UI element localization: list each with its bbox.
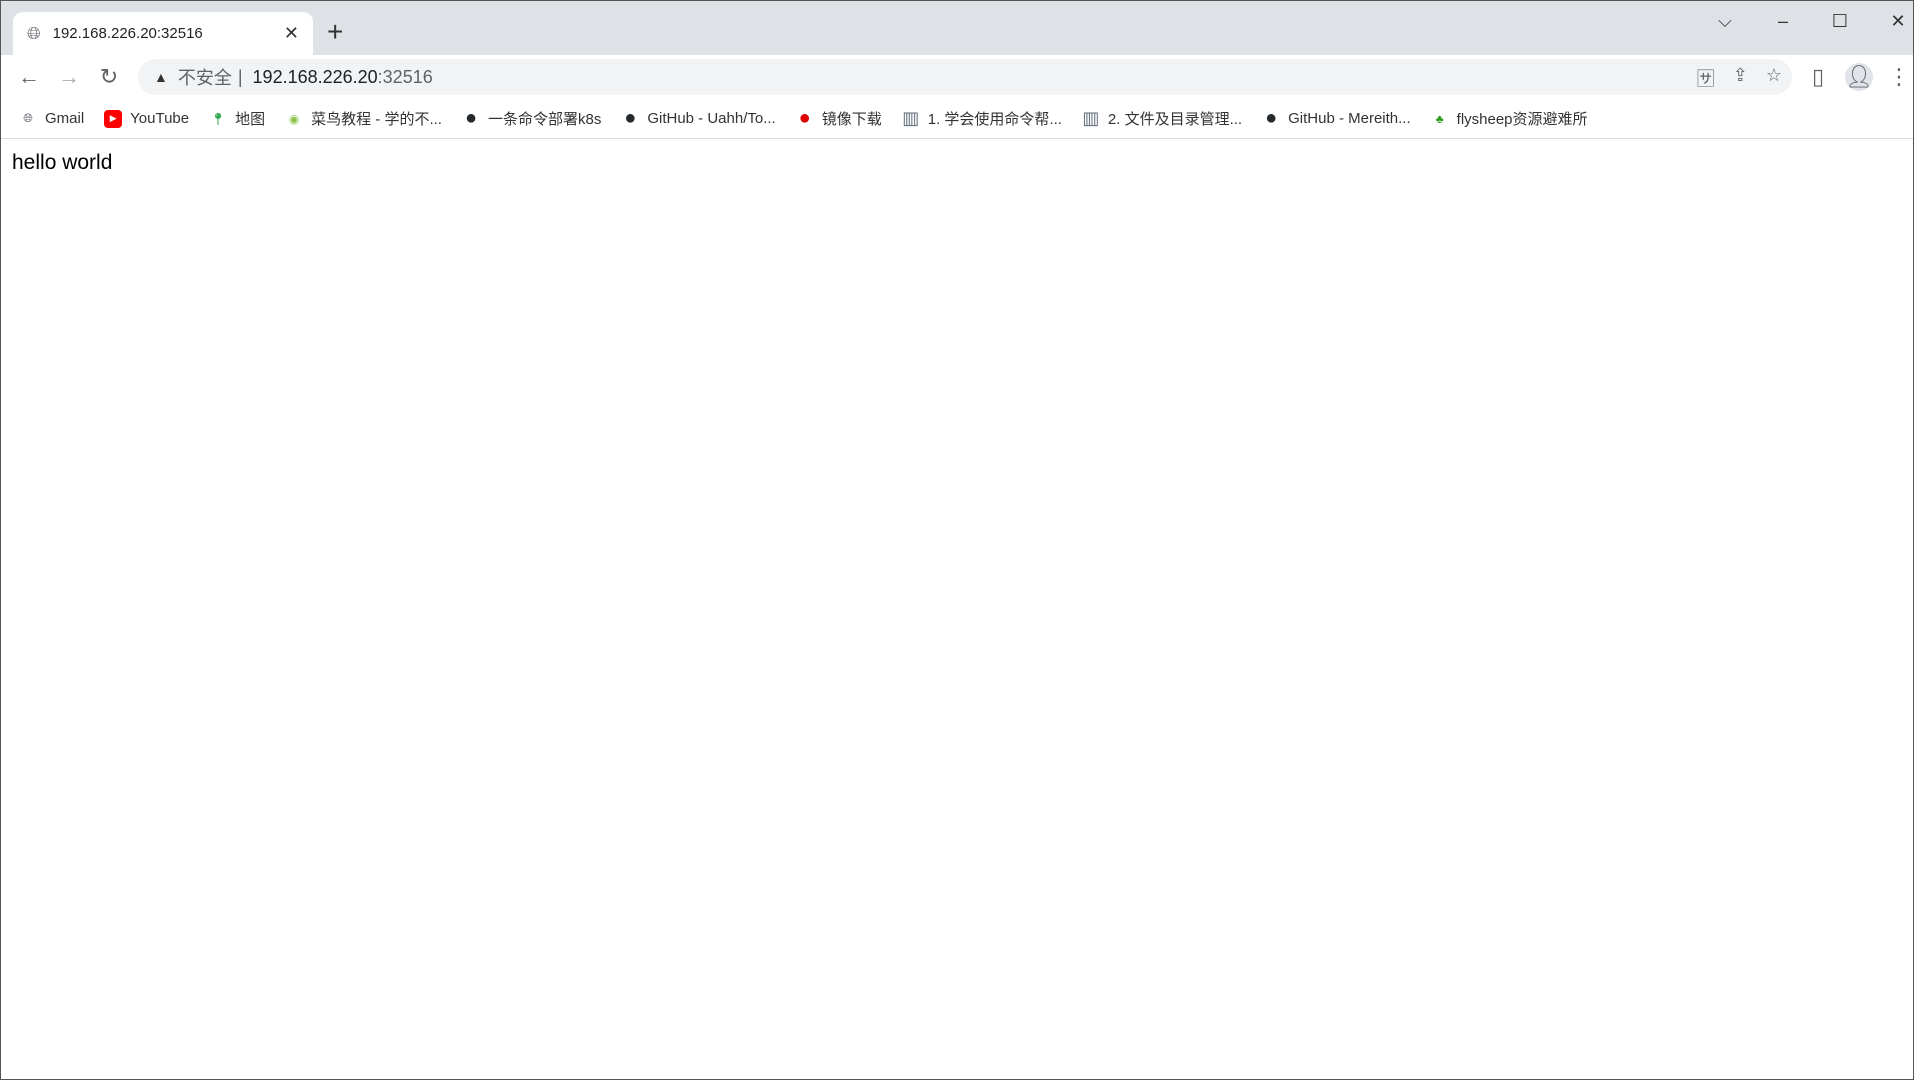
bookmark-label: GitHub - Uahh/To... — [647, 110, 776, 127]
url-port: :32516 — [377, 66, 433, 87]
address-bar[interactable]: ▲ 不安全 | 192.168.226.20 :32516 🈂︎ ⇪ ☆ — [138, 59, 1792, 95]
tab-active[interactable]: 🌐︎ 192.168.226.20:32516 ✕ — [13, 12, 313, 55]
forward-button[interactable]: → — [55, 63, 83, 91]
bookmark-item[interactable]: ▶ YouTube — [104, 109, 190, 128]
side-panel-icon[interactable]: ▯ — [1804, 63, 1832, 91]
youtube-icon: ▶ — [104, 109, 123, 128]
bookmark-item[interactable]: ● GitHub - Uahh/To... — [621, 107, 776, 129]
runoob-icon: ◉ — [288, 111, 300, 126]
book-icon: ▥ — [1082, 108, 1100, 128]
github-icon: ● — [464, 107, 478, 129]
toolbar: ← → ↻ ▲ 不安全 | 192.168.226.20 :32516 🈂︎ ⇪… — [1, 55, 1913, 99]
bookmark-item[interactable]: 🌐︎ Gmail — [19, 110, 84, 128]
bookmark-label: 一条命令部署k8s — [487, 111, 602, 128]
profile-avatar[interactable]: 👤︎ — [1845, 63, 1873, 91]
new-tab-button[interactable]: + — [327, 17, 343, 47]
tree-icon: ♣ — [1435, 111, 1444, 126]
menu-icon[interactable]: ⋮ — [1885, 63, 1913, 91]
tab-title: 192.168.226.20:32516 — [52, 25, 203, 42]
url-host: 192.168.226.20 — [252, 66, 378, 87]
tab-strip: 🌐︎ 192.168.226.20:32516 ✕ + ⌵ – ☐ ✕ — [1, 1, 1913, 55]
globe-icon: 🌐︎ — [27, 23, 41, 43]
bookmark-item[interactable]: ● GitHub - Mereith... — [1262, 107, 1411, 129]
bookmark-label: GitHub - Mereith... — [1288, 110, 1411, 127]
bookmark-item[interactable]: ● 一条命令部署k8s — [462, 107, 602, 129]
maximize-button[interactable]: ☐ — [1820, 7, 1860, 35]
tab-search-chevron-icon[interactable]: ⌵ — [1705, 7, 1745, 35]
translate-icon[interactable]: 🈂︎ — [1697, 65, 1715, 91]
bookmark-label: Gmail — [45, 110, 85, 127]
minimize-button[interactable]: – — [1763, 7, 1803, 35]
bookmark-label: flysheep资源避难所 — [1456, 111, 1588, 128]
bookmark-item[interactable]: ● 镜像下载 — [796, 107, 882, 129]
bookmark-item[interactable]: ▥ 1. 学会使用命令帮... — [902, 108, 1062, 129]
warning-icon: ▲ — [154, 69, 168, 85]
maps-icon: 📍︎ — [210, 111, 226, 126]
back-button[interactable]: ← — [15, 63, 43, 91]
reload-button[interactable]: ↻ — [95, 63, 123, 91]
star-icon[interactable]: ☆ — [1766, 65, 1782, 91]
bookmark-label: YouTube — [130, 110, 190, 127]
bookmark-item[interactable]: ◉ 菜鸟教程 - 学的不... — [285, 108, 442, 129]
bookmark-label: 2. 文件及目录管理... — [1107, 111, 1243, 128]
share-icon[interactable]: ⇪ — [1733, 65, 1748, 91]
tab-close-icon[interactable]: ✕ — [284, 23, 299, 44]
book-icon: ▥ — [902, 108, 920, 128]
security-label[interactable]: 不安全 — [178, 64, 232, 90]
bookmark-label: 地图 — [235, 111, 266, 128]
close-window-button[interactable]: ✕ — [1878, 7, 1914, 35]
separator: | — [237, 66, 243, 87]
github-icon: ● — [1265, 107, 1278, 129]
bookmark-item[interactable]: ▥ 2. 文件及目录管理... — [1082, 108, 1242, 129]
bookmark-label: 菜鸟教程 - 学的不... — [311, 111, 442, 128]
page-text: hello world — [12, 151, 113, 174]
globe-icon: 🌐︎ — [23, 111, 33, 125]
bookmarks-bar: 🌐︎ Gmail ▶ YouTube 📍︎ 地图 ◉ 菜鸟教程 - 学的不... ● 一条命令部署… — [1, 99, 1913, 139]
bookmark-item[interactable]: 📍︎ 地图 — [209, 108, 266, 129]
bookmark-label: 镜像下载 — [821, 111, 882, 128]
bookmark-label: 1. 学会使用命令帮... — [927, 111, 1062, 128]
bookmark-item[interactable]: ♣ flysheep资源避难所 — [1431, 108, 1588, 129]
redhat-icon: ● — [798, 107, 811, 129]
github-icon: ● — [624, 107, 637, 129]
